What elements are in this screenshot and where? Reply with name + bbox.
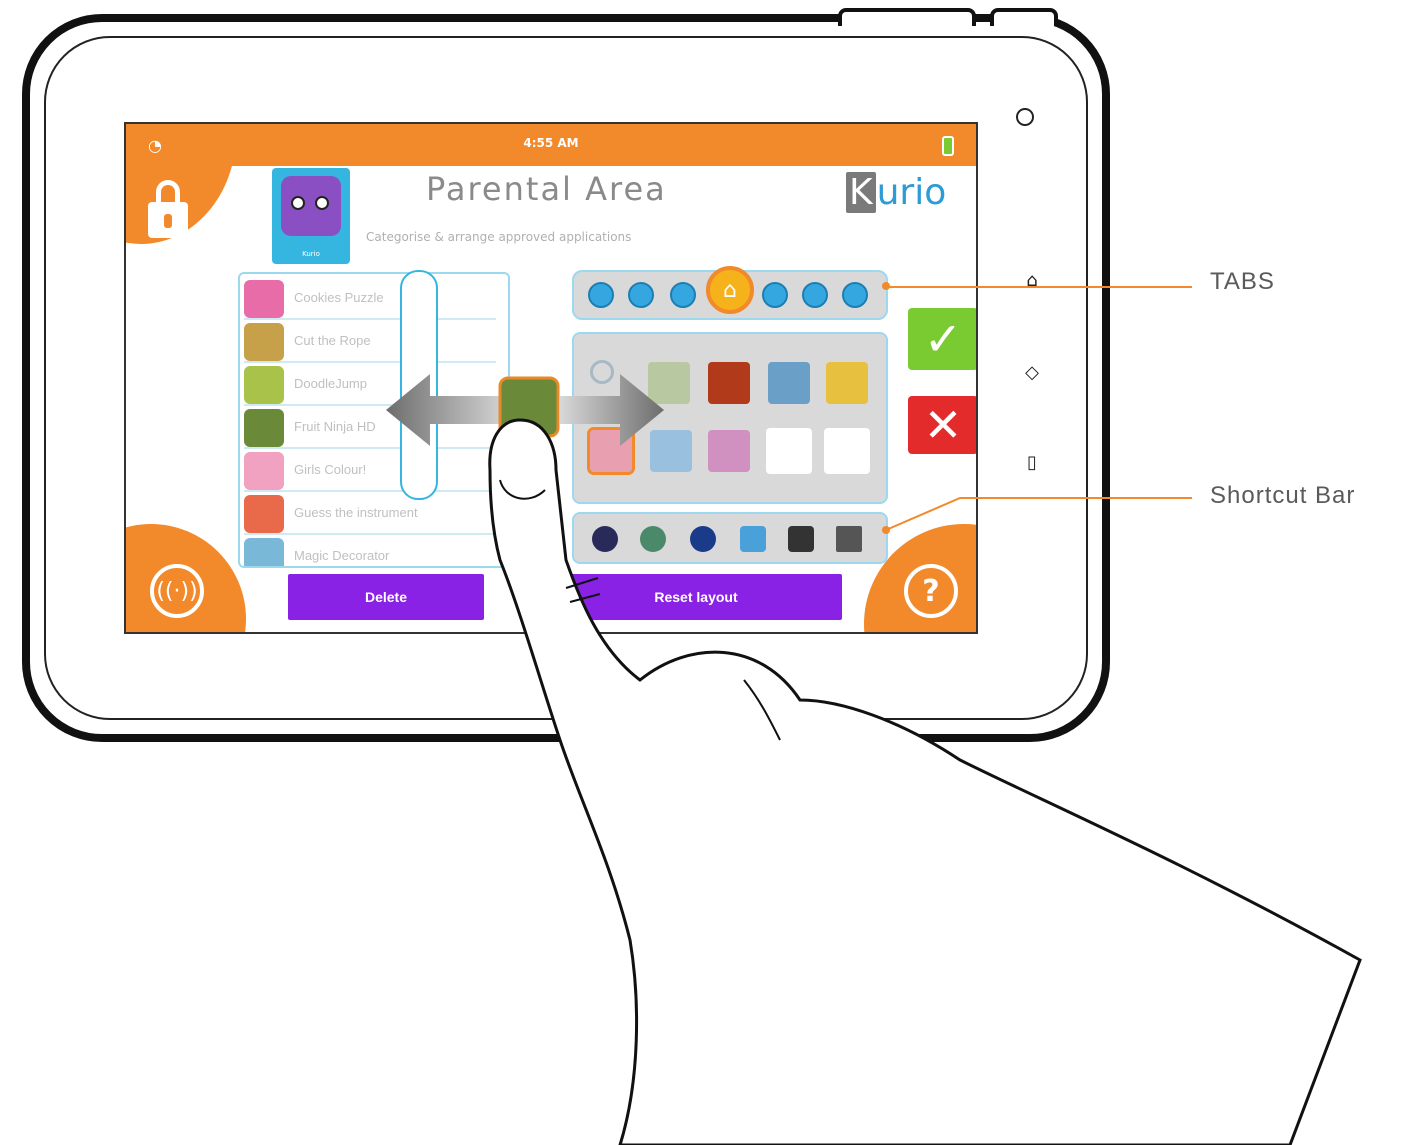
app-name: Girls Colour!	[294, 462, 367, 477]
doodle-jump-icon	[244, 366, 284, 404]
shortcut-apps-icon[interactable]	[836, 526, 862, 552]
tablet-screen: ◔ 4:55 AM Kurio Parental Area Categorise…	[124, 122, 978, 634]
fruit-ninja-icon	[244, 409, 284, 447]
menu-key-icon[interactable]: ▯	[1022, 452, 1042, 473]
tab-home[interactable]: ⌂	[706, 266, 754, 314]
tab-category-3[interactable]	[670, 282, 696, 308]
list-item[interactable]: Magic Decorator	[244, 536, 496, 566]
page-subtitle: Categorise & arrange approved applicatio…	[366, 230, 632, 244]
grid-app-icon[interactable]	[826, 362, 868, 404]
app-name: DoodleJump	[294, 376, 367, 391]
grid-app-icon[interactable]	[768, 362, 810, 404]
shortcut-bar-callout-label: Shortcut Bar	[1210, 482, 1356, 509]
grid-app-icon[interactable]	[648, 362, 690, 404]
wireless-icon[interactable]: ((·))	[150, 564, 204, 618]
list-item[interactable]: Cookies Puzzle	[244, 278, 496, 320]
volume-button[interactable]	[990, 8, 1058, 26]
category-tabs: ⌂	[572, 266, 888, 320]
app-name: Guess the instrument	[294, 505, 418, 520]
grid-app-icon-selected[interactable]	[587, 427, 635, 475]
cut-the-rope-icon	[244, 323, 284, 361]
confirm-button[interactable]: ✓	[908, 308, 976, 370]
help-button[interactable]: ?	[904, 564, 958, 618]
shortcut-bar	[572, 512, 888, 564]
cancel-button[interactable]: ✕	[908, 396, 976, 454]
list-scrollbar[interactable]	[400, 270, 438, 500]
page-title: Parental Area	[426, 170, 667, 208]
app-name: Fruit Ninja HD	[294, 419, 376, 434]
camera-icon	[1016, 108, 1034, 126]
battery-icon	[942, 136, 954, 156]
grid-app-icon[interactable]	[650, 430, 692, 472]
list-item[interactable]: Guess the instrument	[244, 493, 496, 535]
girls-colour-icon	[244, 452, 284, 490]
empty-slot[interactable]	[824, 428, 870, 474]
avatar[interactable]: Kurio	[272, 168, 350, 264]
lock-icon[interactable]	[144, 180, 192, 242]
list-item[interactable]: Fruit Ninja HD	[244, 407, 496, 449]
approved-app-list[interactable]: Cookies Puzzle Cut the Rope DoodleJump F…	[238, 272, 510, 568]
status-bar: ◔ 4:55 AM	[126, 124, 976, 166]
back-key-icon[interactable]: ◇	[1022, 362, 1042, 383]
tab-category-2[interactable]	[628, 282, 654, 308]
grid-app-icon[interactable]	[708, 362, 750, 404]
reset-layout-button[interactable]: Reset layout	[550, 574, 842, 620]
tab-category-1[interactable]	[588, 282, 614, 308]
magic-decorator-icon	[244, 538, 284, 566]
list-item[interactable]: Girls Colour!	[244, 450, 496, 492]
tab-category-5[interactable]	[762, 282, 788, 308]
shortcut-media-icon[interactable]	[690, 526, 716, 552]
shortcut-browser-icon[interactable]	[640, 526, 666, 552]
kurio-logo: Kurio	[846, 172, 946, 213]
delete-button[interactable]: Delete	[288, 574, 484, 620]
app-grid[interactable]	[572, 332, 888, 504]
shortcut-video-icon[interactable]	[740, 526, 766, 552]
list-item[interactable]: Cut the Rope	[244, 321, 496, 363]
avatar-monster-icon	[281, 176, 341, 236]
tabs-callout-label: TABS	[1210, 268, 1275, 295]
tab-category-6[interactable]	[802, 282, 828, 308]
search-icon[interactable]	[590, 360, 614, 384]
guess-instrument-icon	[244, 495, 284, 533]
app-name: Magic Decorator	[294, 548, 390, 563]
list-item[interactable]: DoodleJump	[244, 364, 496, 406]
empty-slot[interactable]	[766, 428, 812, 474]
avatar-name: Kurio	[302, 250, 320, 258]
shortcut-info-icon[interactable]	[592, 526, 618, 552]
tab-category-7[interactable]	[842, 282, 868, 308]
shortcut-callout-dot	[882, 526, 890, 534]
tabs-callout-line	[886, 286, 1192, 288]
grid-app-icon[interactable]	[708, 430, 750, 472]
app-name: Cut the Rope	[294, 333, 371, 348]
shortcut-camera-icon[interactable]	[788, 526, 814, 552]
app-name: Cookies Puzzle	[294, 290, 384, 305]
status-time: 4:55 AM	[523, 136, 579, 150]
power-button[interactable]	[838, 8, 976, 26]
cookies-puzzle-icon	[244, 280, 284, 318]
